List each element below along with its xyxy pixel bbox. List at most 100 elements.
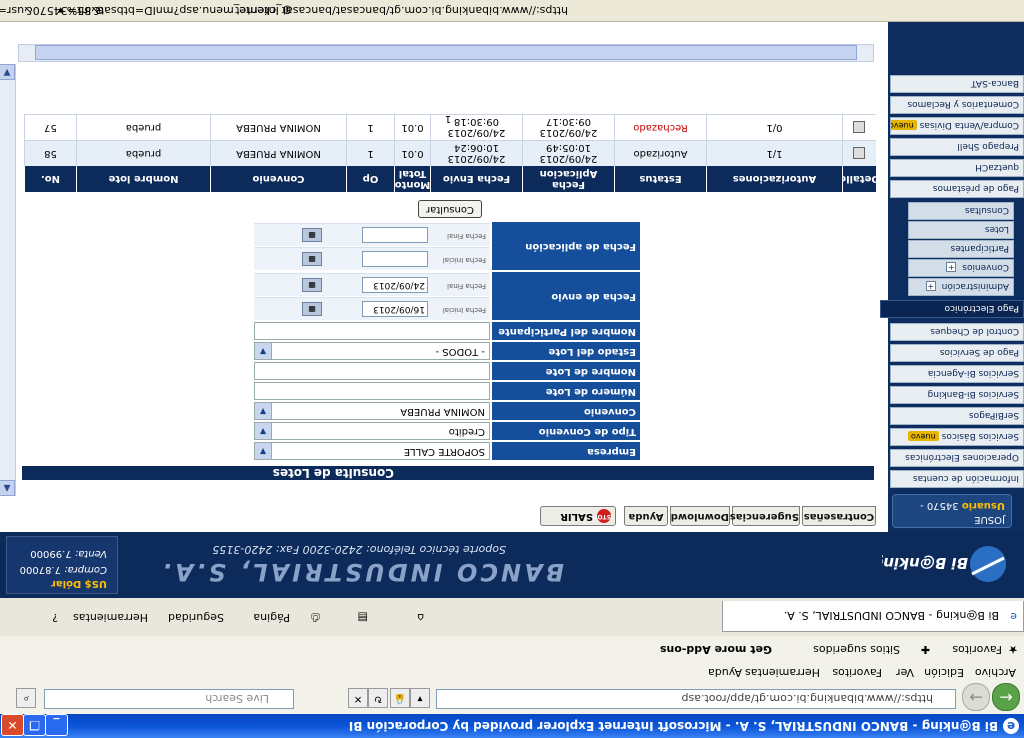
- sidebar-item-divisas[interactable]: Compra/Venta Divisasnuevo: [890, 117, 1024, 135]
- nombre-participante-input[interactable]: [254, 322, 490, 340]
- sidebar-item-administracion[interactable]: Administración +: [908, 278, 1014, 296]
- user-info: JOSUE Usuario 34570 -: [892, 494, 1012, 528]
- tab-contrasenas[interactable]: Contraseñas: [802, 506, 876, 526]
- sidebar-item-informacion-cuentas[interactable]: Información de cuentas: [890, 470, 1024, 488]
- maximize-button[interactable]: ❐: [23, 714, 46, 736]
- safety-menu[interactable]: Seguridad: [168, 611, 224, 624]
- sidebar-item-comentarios[interactable]: Comentarios y Reclamos: [890, 96, 1024, 114]
- calendar-icon[interactable]: ▦: [302, 302, 322, 316]
- pagination[interactable]: 1: [22, 112, 874, 124]
- refresh-button[interactable]: ↻: [368, 688, 388, 708]
- cell-fecha-aplicacion: 24/09/2013 10:05:49: [522, 140, 614, 166]
- sidebar-item-pago-prestamos[interactable]: Pago de préstamos: [890, 180, 1024, 198]
- tab-ie-icon: e: [1010, 610, 1017, 623]
- menu-herramientas[interactable]: Herramientas: [745, 666, 820, 679]
- home-icon[interactable]: ⌂: [417, 611, 424, 624]
- sidebar-item-control-cheques[interactable]: Control de Cheques: [890, 323, 1024, 341]
- feeds-icon[interactable]: ▤: [358, 611, 368, 624]
- menu-archivo[interactable]: Archivo: [975, 666, 1016, 679]
- calendar-icon[interactable]: ▦: [302, 278, 322, 292]
- sidebar-item-banca-sat[interactable]: Banca-SAT: [890, 75, 1024, 93]
- bank-name: BANCO INDUSTRIAL, S.A.: [159, 558, 564, 586]
- sidebar-item-servicios-basicos[interactable]: Servicios Básicosnuevo: [890, 428, 1024, 446]
- numero-lote-input[interactable]: [254, 382, 490, 400]
- tipo-convenio-select[interactable]: Credito ▼: [254, 422, 490, 440]
- menu-ver[interactable]: Ver: [896, 666, 914, 679]
- sidebar-item-pago-electronico[interactable]: Pago Electrónico: [880, 300, 1024, 318]
- page-menu[interactable]: Página: [253, 611, 290, 624]
- horizontal-scrollbar[interactable]: [18, 44, 874, 62]
- zoom-control[interactable]: ⊕ 85% ▾: [58, 4, 104, 17]
- stop-button[interactable]: ✕: [348, 688, 368, 708]
- exit-label: SALIR: [560, 511, 593, 522]
- calendar-icon[interactable]: ▦: [302, 252, 322, 266]
- empresa-select[interactable]: SOPORTE CALLE ▼: [254, 442, 490, 460]
- forward-button[interactable]: →: [962, 683, 990, 711]
- convenio-select[interactable]: NOMINA PRUEBA ▼: [254, 402, 490, 420]
- scroll-thumb[interactable]: [35, 45, 857, 60]
- close-window-button[interactable]: ✕: [1, 714, 24, 736]
- sidebar-item-servicios-bibanking[interactable]: Servicios Bi-Banking: [890, 386, 1024, 404]
- nombre-lote-input[interactable]: [254, 362, 490, 380]
- lock-icon[interactable]: 🔒: [390, 688, 410, 708]
- sidebar-label: Participantes: [950, 243, 1009, 253]
- sidebar-item-quetzach[interactable]: quetzaCH: [890, 159, 1024, 177]
- browser-tab[interactable]: e Bi B@nking - BANCO INDUSTRIAL, S. A.: [722, 601, 1024, 632]
- new-badge: nuevo: [907, 431, 939, 441]
- help-icon[interactable]: ?: [52, 611, 58, 624]
- address-dropdown-button[interactable]: ▾: [410, 688, 430, 708]
- sidebar-item-pago-servicios[interactable]: Pago de Servicios: [890, 344, 1024, 362]
- favorites-star-icon[interactable]: ★: [1008, 643, 1018, 656]
- chevron-down-icon[interactable]: ▼: [255, 343, 272, 359]
- menu-edicion[interactable]: Edición: [924, 666, 964, 679]
- menu-favoritos[interactable]: Favoritos: [832, 666, 882, 679]
- consultar-button[interactable]: Consultar: [418, 200, 482, 218]
- chevron-down-icon[interactable]: ▼: [255, 403, 272, 419]
- sidebar-item-servicios-biagencia[interactable]: Servicios Bi-Agencia: [890, 365, 1024, 383]
- sidebar-item-serbipagos[interactable]: SerBiPagos: [890, 407, 1024, 425]
- chevron-down-icon[interactable]: ▼: [255, 443, 272, 459]
- sidebar-item-prepago-shell[interactable]: Prepago Shell: [890, 138, 1024, 156]
- new-badge: nuevo: [890, 120, 917, 130]
- sidebar-item-consultas[interactable]: Consultas: [908, 202, 1014, 220]
- address-field[interactable]: https://www.bibanking.bi.com.gt/app/root…: [436, 689, 956, 709]
- search-field[interactable]: Live Search: [44, 689, 294, 709]
- estado-lote-select[interactable]: - TODOS - ▼: [254, 342, 490, 360]
- tab-download[interactable]: Downlowd: [670, 506, 730, 526]
- stop-icon: STOP: [593, 509, 611, 523]
- fecha-aplicacion-final-input[interactable]: [362, 227, 428, 243]
- sidebar-item-convenios[interactable]: Convenios +: [908, 259, 1014, 277]
- scroll-up-button[interactable]: ▲: [0, 480, 15, 496]
- support-info: Soporte técnico Teléfono: 2420-3200 Fax:…: [212, 543, 506, 556]
- detail-icon[interactable]: [853, 147, 866, 160]
- minimize-button[interactable]: _: [45, 714, 68, 736]
- back-button[interactable]: ←: [992, 683, 1020, 711]
- tab-sugerencias[interactable]: Sugerencias: [730, 506, 800, 526]
- cell-monto: 0.01: [394, 140, 430, 166]
- search-button[interactable]: ⌕: [16, 688, 36, 708]
- tools-menu[interactable]: Herramientas: [73, 611, 148, 624]
- chevron-down-icon[interactable]: ▼: [255, 423, 272, 439]
- detail-cell[interactable]: [842, 140, 876, 166]
- calendar-icon[interactable]: ▦: [302, 228, 322, 242]
- sidebar-item-participantes[interactable]: Participantes: [908, 240, 1014, 258]
- exit-button[interactable]: STOP SALIR: [540, 506, 616, 526]
- fecha-aplicacion-inicial-input[interactable]: [362, 251, 428, 267]
- empresa-value: SOPORTE CALLE: [403, 446, 485, 457]
- scroll-down-button[interactable]: ▼: [0, 64, 15, 80]
- addons-link[interactable]: Get more Add-ons: [660, 643, 772, 656]
- menu-ayuda[interactable]: Ayuda: [708, 666, 742, 679]
- favorites-button[interactable]: Favoritos: [952, 643, 1002, 656]
- tab-ayuda[interactable]: Ayuda: [624, 506, 668, 526]
- suggested-sites-link[interactable]: Sitios sugeridos: [813, 643, 900, 656]
- sidebar-item-operaciones[interactable]: Operaciones Electrónicas: [890, 449, 1024, 467]
- fecha-envio-final-input[interactable]: 24/09/2013: [362, 277, 428, 293]
- add-favorite-icon[interactable]: ✚: [921, 643, 930, 656]
- col-fecha-envio: Fecha Envio: [430, 166, 522, 192]
- sidebar-item-lotes[interactable]: Lotes: [908, 221, 1014, 239]
- menu-bar: Archivo Edición Ver Favoritos Herramient…: [0, 661, 1024, 682]
- vertical-scrollbar[interactable]: ▲ ▼: [0, 64, 16, 496]
- fecha-envio-inicial-input[interactable]: 16/09/2013: [362, 301, 428, 317]
- print-icon[interactable]: ⎙: [311, 610, 320, 624]
- sidebar-label: Servicios Bi-Agencia: [927, 368, 1019, 378]
